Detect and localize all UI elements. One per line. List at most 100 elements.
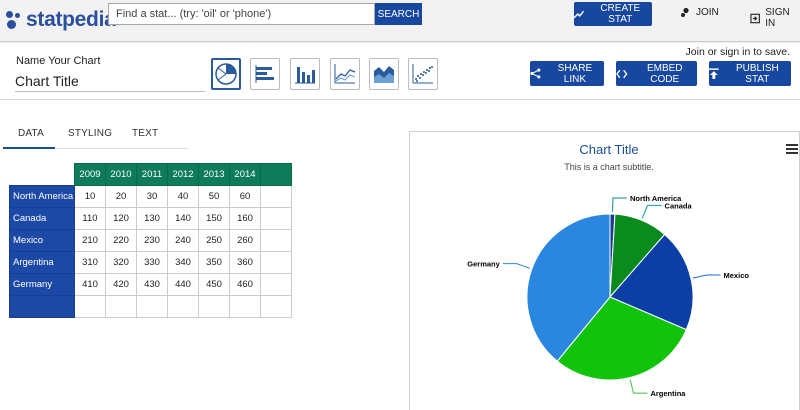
table-cell[interactable]: 210 [74, 229, 106, 252]
embed-code-label: EMBED CODE [646, 62, 683, 85]
year-header[interactable]: 2009 [74, 163, 106, 186]
logo-icon [4, 9, 24, 31]
table-cell[interactable]: 60 [229, 185, 261, 208]
search-input[interactable] [108, 3, 375, 25]
signin-label: SIGN IN [765, 7, 790, 29]
table-cell[interactable]: 10 [74, 185, 106, 208]
table-row: Mexico 210 220 230 240 250 260 [9, 229, 292, 252]
pie-chart: Chart Title This is a chart subtitle. No… [467, 142, 749, 398]
signin-link[interactable]: SIGN IN [750, 7, 800, 29]
chart-type-horizontal-bar[interactable] [250, 58, 280, 90]
table-cell[interactable]: 20 [105, 185, 137, 208]
line-chart-icon [334, 64, 356, 84]
table-cell-empty[interactable] [105, 295, 137, 318]
table-cell-empty[interactable] [198, 295, 230, 318]
table-cell-empty[interactable] [74, 295, 106, 318]
table-cell[interactable]: 360 [229, 251, 261, 274]
table-cell[interactable]: 330 [136, 251, 168, 274]
table-cell[interactable]: 140 [167, 207, 199, 230]
year-header[interactable]: 2013 [198, 163, 230, 186]
join-icon [681, 7, 689, 17]
table-cell[interactable]: 40 [167, 185, 199, 208]
share-link-label: SHARE LINK [557, 62, 593, 85]
table-cell[interactable]: 440 [167, 273, 199, 296]
year-header[interactable]: 2010 [105, 163, 137, 186]
tab-data[interactable]: DATA [18, 128, 44, 139]
table-cell[interactable]: 430 [136, 273, 168, 296]
year-header[interactable]: 2011 [136, 163, 168, 186]
year-header-empty[interactable] [260, 163, 292, 186]
tab-text[interactable]: TEXT [132, 128, 158, 139]
code-icon [616, 69, 628, 78]
table-cell[interactable]: 460 [229, 273, 261, 296]
trend-up-icon [574, 10, 585, 18]
table-cell-empty[interactable] [260, 295, 292, 318]
table-cell[interactable]: 420 [105, 273, 137, 296]
table-cell-empty[interactable] [260, 251, 292, 274]
table-cell-empty[interactable] [167, 295, 199, 318]
pie-leader-line [629, 379, 648, 394]
chart-menu-icon[interactable] [786, 144, 798, 154]
create-stat-button[interactable]: CREATE STAT [574, 2, 652, 26]
logo[interactable]: statpedia [4, 6, 116, 34]
table-corner [10, 164, 75, 186]
table-cell[interactable]: 220 [105, 229, 137, 252]
row-header[interactable]: North America [9, 185, 75, 208]
table-cell-empty[interactable] [260, 185, 292, 208]
table-cell-empty[interactable] [260, 229, 292, 252]
table-cell[interactable]: 450 [198, 273, 230, 296]
pie-leader-line [612, 197, 627, 213]
table-row: Argentina 310 320 330 340 350 360 [9, 251, 292, 274]
search-button[interactable]: SEARCH [375, 3, 422, 25]
table-cell[interactable]: 130 [136, 207, 168, 230]
table-cell-empty[interactable] [260, 207, 292, 230]
table-cell[interactable]: 310 [74, 251, 106, 274]
embed-code-button[interactable]: EMBED CODE [616, 61, 697, 86]
table-cell[interactable]: 160 [229, 207, 261, 230]
table-cell-empty[interactable] [136, 295, 168, 318]
chart-type-line[interactable] [330, 58, 360, 90]
table-row: North America 10 20 30 40 50 60 [9, 185, 292, 208]
table-cell[interactable]: 230 [136, 229, 168, 252]
sign-in-icon [750, 13, 760, 23]
table-cell[interactable]: 240 [167, 229, 199, 252]
year-header[interactable]: 2014 [229, 163, 261, 186]
table-cell[interactable]: 150 [198, 207, 230, 230]
chart-name-input[interactable] [15, 71, 205, 92]
publish-stat-button[interactable]: PUBLISH STAT [709, 61, 791, 86]
pie-chart-icon [215, 63, 237, 85]
table-cell[interactable]: 120 [105, 207, 137, 230]
chart-type-vertical-bar[interactable] [290, 58, 320, 90]
row-header[interactable]: Mexico [9, 229, 75, 252]
table-cell[interactable]: 350 [198, 251, 230, 274]
table-cell[interactable]: 50 [198, 185, 230, 208]
table-header-row: 2009 2010 2011 2012 2013 2014 [10, 163, 292, 186]
pie-leader-line [641, 204, 662, 219]
chart-type-area[interactable] [369, 58, 399, 90]
row-header[interactable]: Argentina [9, 251, 75, 274]
table-cell-empty[interactable] [229, 295, 261, 318]
table-cell[interactable]: 110 [74, 207, 106, 230]
table-cell[interactable]: 340 [167, 251, 199, 274]
chart-preview: Chart Title This is a chart subtitle. No… [409, 131, 800, 410]
chart-type-scatter[interactable] [408, 58, 438, 90]
share-link-button[interactable]: SHARE LINK [530, 61, 604, 86]
row-header[interactable]: Canada [9, 207, 75, 230]
publish-stat-label: PUBLISH STAT [735, 62, 779, 85]
table-cell-empty[interactable] [260, 273, 292, 296]
table-cell[interactable]: 260 [229, 229, 261, 252]
join-link[interactable]: JOIN [680, 7, 719, 18]
table-cell[interactable]: 320 [105, 251, 137, 274]
chart-subtitle: This is a chart subtitle. [564, 162, 654, 172]
active-tab-indicator [3, 147, 55, 149]
table-cell[interactable]: 30 [136, 185, 168, 208]
table-cell[interactable]: 410 [74, 273, 106, 296]
chart-type-pie[interactable] [211, 58, 241, 90]
tab-styling[interactable]: STYLING [68, 128, 112, 139]
year-header[interactable]: 2012 [167, 163, 199, 186]
table-cell[interactable]: 250 [198, 229, 230, 252]
row-header-empty[interactable] [9, 295, 75, 318]
chart-name-label: Name Your Chart [16, 55, 101, 67]
row-header[interactable]: Germany [9, 273, 75, 296]
chart-title: Chart Title [579, 142, 638, 157]
